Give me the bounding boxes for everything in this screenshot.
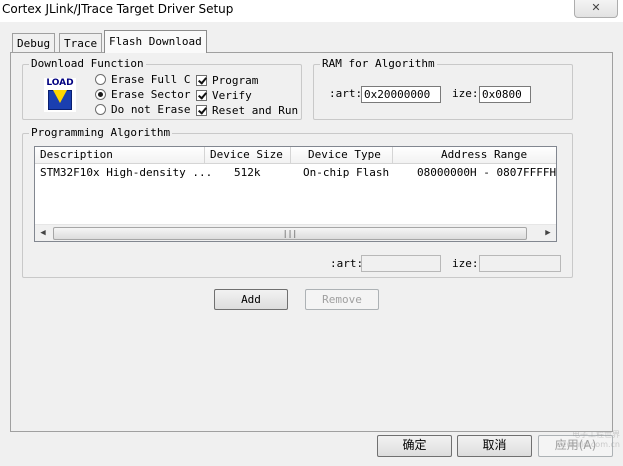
close-icon: ✕ (591, 1, 601, 14)
close-button[interactable]: ✕ (574, 0, 618, 18)
grip-icon: ||| (282, 229, 298, 238)
ram-start-label: :art: (329, 87, 363, 100)
horizontal-scrollbar[interactable]: ◀ ||| ▶ (35, 224, 556, 241)
algorithm-size-label: ize: (452, 257, 479, 270)
program-checkbox[interactable]: Program (196, 74, 258, 88)
erase-sector-radio[interactable]: Erase Sector (95, 88, 190, 102)
ram-for-algorithm-label: RAM for Algorithm (320, 57, 437, 71)
checkbox-indicator (196, 90, 207, 101)
verify-checkbox[interactable]: Verify (196, 89, 252, 103)
row-device-type: On-chip Flash (303, 166, 390, 179)
tab-trace[interactable]: Trace (59, 33, 103, 52)
download-function-group: Download Function LOAD Erase Full C Eras… (22, 57, 302, 120)
erase-full-chip-radio[interactable]: Erase Full C (95, 73, 190, 87)
verify-label: Verify (212, 89, 252, 102)
algorithm-start-input[interactable] (361, 255, 441, 272)
column-header-description[interactable]: Description (35, 147, 205, 164)
window-title: Cortex JLink/JTrace Target Driver Setup (2, 2, 234, 16)
reset-and-run-label: Reset and Run (212, 104, 299, 117)
checkbox-indicator (196, 75, 207, 86)
radio-indicator (95, 74, 106, 85)
scroll-left-icon[interactable]: ◀ (36, 227, 50, 240)
radio-indicator (95, 104, 106, 115)
program-label: Program (212, 74, 259, 87)
add-button[interactable]: Add (214, 289, 288, 310)
ram-for-algorithm-group: RAM for Algorithm :art: 0x20000000 ize: … (313, 57, 573, 120)
cancel-button[interactable]: 取消 (457, 435, 532, 457)
algorithm-start-label: :art: (330, 257, 364, 270)
do-not-erase-label: Do not Erase (111, 103, 191, 116)
ram-start-input[interactable]: 0x20000000 (361, 86, 441, 103)
column-header-device-size[interactable]: Device Size (205, 147, 291, 164)
scroll-right-icon[interactable]: ▶ (541, 227, 555, 240)
remove-button[interactable]: Remove (305, 289, 379, 310)
algorithm-size-input[interactable] (479, 255, 561, 272)
ram-size-label: ize: (452, 87, 479, 100)
apply-button[interactable]: 应用(A) (538, 435, 613, 457)
ram-size-input[interactable]: 0x0800 (479, 86, 531, 103)
erase-full-chip-label: Erase Full C (111, 73, 191, 86)
row-address-range: 08000000H - 0807FFFFH (417, 166, 557, 179)
checkbox-indicator (196, 105, 207, 116)
erase-sector-label: Erase Sector (111, 88, 191, 101)
list-header: Description Device Size Device Type Addr… (35, 147, 556, 164)
row-description: STM32F10x High-density ... (40, 166, 213, 179)
load-icon-text: LOAD (46, 78, 74, 88)
scrollbar-thumb[interactable]: ||| (53, 227, 527, 240)
reset-and-run-checkbox[interactable]: Reset and Run (196, 104, 298, 118)
tab-debug[interactable]: Debug (12, 33, 56, 52)
load-icon: LOAD (44, 78, 76, 112)
algorithm-list[interactable]: Description Device Size Device Type Addr… (34, 146, 557, 242)
column-header-address-range[interactable]: Address Range (393, 147, 556, 164)
title-bar: Cortex JLink/JTrace Target Driver Setup … (0, 0, 623, 22)
download-function-label: Download Function (29, 57, 146, 71)
ok-button[interactable]: 确定 (377, 435, 452, 457)
programming-algorithm-label: Programming Algorithm (29, 126, 173, 140)
do-not-erase-radio[interactable]: Do not Erase (95, 103, 190, 117)
tab-flash-download[interactable]: Flash Download (104, 30, 207, 53)
radio-indicator (95, 89, 106, 100)
column-header-device-type[interactable]: Device Type (291, 147, 393, 164)
row-device-size: 512k (234, 166, 261, 179)
